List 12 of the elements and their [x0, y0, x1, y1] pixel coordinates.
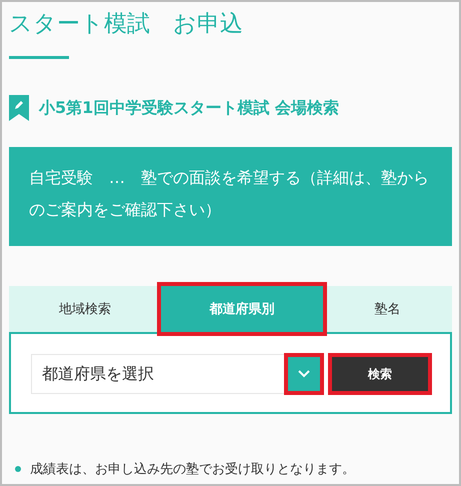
note-text: 成績表は、お申し込み先の塾でお受け取りとなります。	[30, 461, 355, 478]
chevron-down-icon	[298, 370, 310, 378]
prefecture-select[interactable]: 都道府県を選択	[31, 354, 285, 394]
dropdown-button[interactable]	[288, 357, 320, 391]
search-button[interactable]: 検索	[332, 357, 428, 391]
section-heading: 小5第1回中学受験スタート模試 会場検索	[39, 98, 339, 118]
tab[interactable]: 地域検索	[9, 286, 161, 332]
bullet-dot	[15, 466, 21, 472]
page-title: スタート模試 お申込	[9, 10, 244, 39]
tab[interactable]: 塾名	[323, 286, 452, 332]
bookmark-pencil-icon	[9, 95, 29, 121]
notice-banner: 自宅受験 … 塾での面談を希望する（詳細は、塾からのご案内をご確認下さい）	[9, 147, 452, 246]
